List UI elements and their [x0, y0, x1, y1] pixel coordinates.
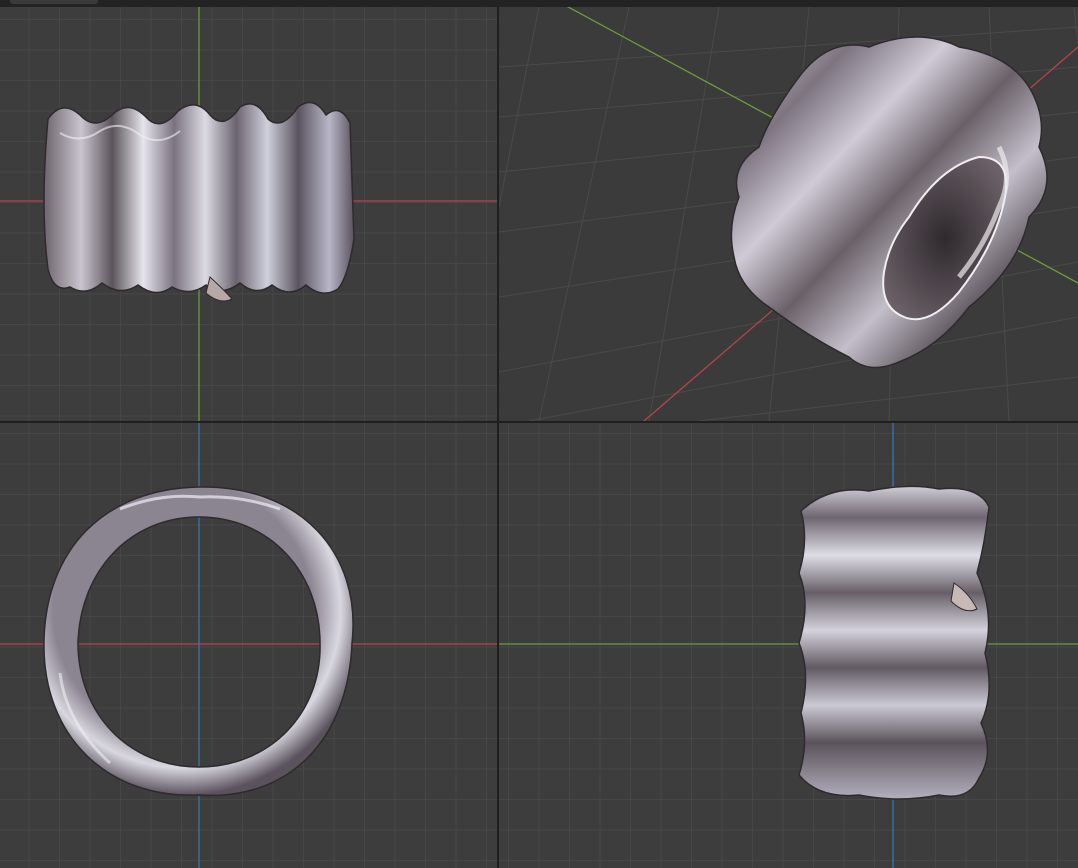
front-view-canvas — [0, 7, 497, 421]
viewport-side[interactable] — [499, 423, 1078, 868]
side-view-canvas — [499, 423, 1078, 868]
top-view-canvas — [0, 423, 497, 868]
viewport-divider-horizontal[interactable] — [0, 421, 1078, 423]
viewport-front[interactable] — [0, 7, 497, 421]
header-tab[interactable] — [10, 0, 98, 4]
viewport-perspective[interactable] — [499, 7, 1078, 421]
ring-mesh-side — [798, 485, 990, 800]
ring-mesh-front — [43, 101, 355, 294]
top-header-bar — [0, 0, 1078, 7]
viewport-top[interactable] — [0, 423, 497, 868]
viewport-divider-vertical[interactable] — [497, 7, 499, 868]
perspective-view-canvas — [499, 7, 1078, 421]
